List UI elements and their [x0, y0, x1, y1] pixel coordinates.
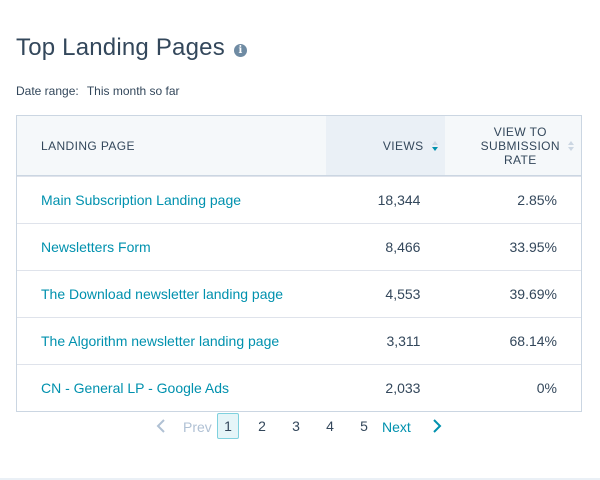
date-range-label: Date range:	[16, 84, 79, 98]
landing-page-link[interactable]: The Algorithm newsletter landing page	[17, 333, 326, 349]
next-page-button[interactable]: Next	[382, 419, 411, 435]
views-value: 8,466	[385, 239, 421, 255]
rate-value: 39.69%	[509, 286, 557, 302]
page-button-4[interactable]: 4	[319, 413, 341, 439]
landing-page-link[interactable]: The Download newsletter landing page	[17, 286, 326, 302]
landing-page-link[interactable]: Main Subscription Landing page	[17, 192, 326, 208]
date-range: Date range: This month so far	[16, 84, 180, 98]
table-row: Newsletters Form 8,466 33.95%	[17, 223, 581, 270]
info-icon[interactable]: i	[233, 43, 247, 57]
landing-page-link[interactable]: CN - General LP - Google Ads	[17, 380, 326, 396]
page-button-2[interactable]: 2	[251, 413, 273, 439]
table-row: The Download newsletter landing page 4,5…	[17, 270, 581, 317]
sort-descending-icon	[431, 140, 439, 151]
prev-page-button: Prev	[183, 419, 212, 435]
rate-value: 0%	[536, 380, 557, 396]
column-header-views[interactable]: VIEWS	[325, 116, 445, 175]
pagination: Prev 1 2 3 4 5 Next	[0, 413, 600, 441]
table-row: CN - General LP - Google Ads 2,033 0%	[17, 364, 581, 411]
rate-value: 68.14%	[509, 333, 557, 349]
column-header-rate-label: VIEW TO SUBMISSION RATE	[480, 124, 560, 167]
views-value: 3,311	[386, 333, 421, 349]
page-title: Top Landing Pages	[16, 34, 225, 61]
sort-icon	[567, 140, 575, 151]
table-header: LANDING PAGE VIEWS VIEW TO SUBMISSION RA…	[17, 116, 581, 176]
page-button-1[interactable]: 1	[217, 413, 239, 439]
chevron-left-icon	[156, 419, 165, 433]
column-header-landing-page: LANDING PAGE	[41, 138, 135, 153]
column-header-views-label: VIEWS	[382, 138, 424, 153]
views-value: 2,033	[385, 380, 421, 396]
title-row: Top Landing Pages i	[16, 30, 247, 66]
landing-pages-table: LANDING PAGE VIEWS VIEW TO SUBMISSION RA…	[16, 115, 582, 412]
page-button-5[interactable]: 5	[353, 413, 375, 439]
views-value: 4,553	[385, 286, 421, 302]
page-button-3[interactable]: 3	[285, 413, 307, 439]
rate-value: 33.95%	[509, 239, 557, 255]
landing-page-link[interactable]: Newsletters Form	[17, 239, 326, 255]
chevron-right-icon[interactable]	[432, 419, 442, 433]
views-value: 18,344	[377, 192, 421, 208]
rate-value: 2.85%	[517, 192, 557, 208]
table-row: Main Subscription Landing page 18,344 2.…	[17, 176, 581, 223]
table-row: The Algorithm newsletter landing page 3,…	[17, 317, 581, 364]
date-range-value: This month so far	[86, 84, 180, 98]
column-header-view-to-submission-rate[interactable]: VIEW TO SUBMISSION RATE	[445, 116, 582, 175]
